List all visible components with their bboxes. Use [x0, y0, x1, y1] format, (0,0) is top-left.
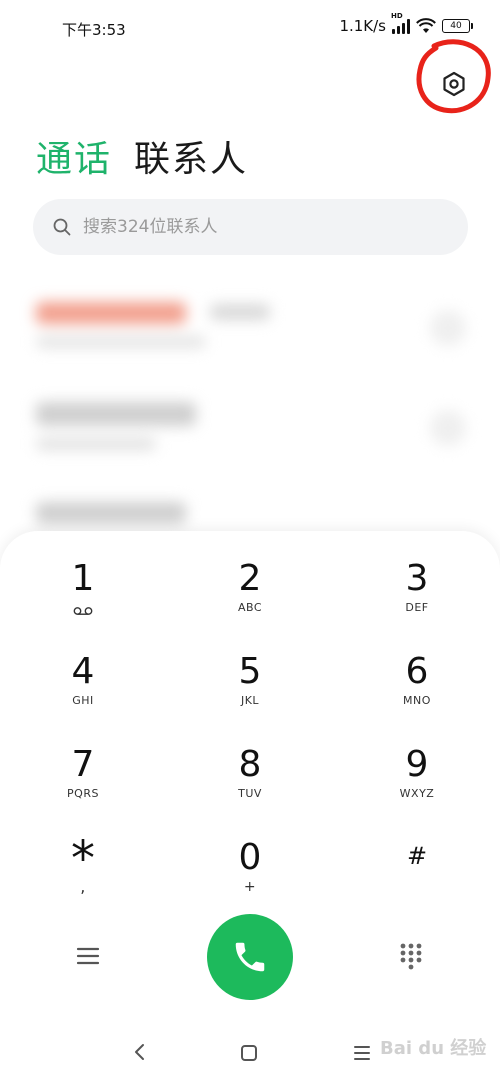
call-button[interactable] — [207, 914, 293, 1000]
key-letters: PQRS — [67, 787, 99, 800]
dialpad-key-6[interactable]: 6 MNO — [357, 650, 477, 730]
dialpad-actions — [0, 914, 500, 1004]
key-letters: JKL — [240, 694, 260, 707]
key-number: 3 — [405, 558, 429, 599]
search-bar[interactable] — [33, 199, 468, 255]
dialpad-icon — [400, 943, 422, 970]
back-icon[interactable] — [130, 1042, 150, 1062]
wifi-icon — [416, 18, 436, 33]
settings-button[interactable] — [436, 66, 472, 102]
key-number: 9 — [405, 744, 429, 785]
dialpad-key-5[interactable]: 5 JKL — [190, 650, 310, 730]
key-letters: TUV — [238, 787, 262, 800]
gear-icon — [443, 71, 465, 97]
list-item — [36, 438, 156, 450]
key-letters: GHI — [72, 694, 94, 707]
key-letters: + — [243, 879, 257, 895]
watermark: Bai du 经验 — [380, 1038, 487, 1059]
dialpad-toggle-button[interactable] — [398, 942, 424, 972]
key-letters: DEF — [405, 601, 429, 614]
list-item — [430, 410, 466, 446]
key-number: 5 — [238, 651, 262, 692]
dialpad-key-2[interactable]: 2 ABC — [190, 557, 310, 637]
network-speed: 1.1K/s — [339, 17, 386, 35]
key-number: * — [71, 831, 95, 887]
tab-contacts[interactable]: 联系人 — [134, 130, 248, 182]
voicemail-icon — [73, 607, 93, 615]
dialpad-sheet: 1 2 ABC 3 DEF 4 GHI 5 JKL 6 MNO 7 PQRS 8… — [0, 531, 500, 1084]
list-item — [430, 310, 466, 346]
menu-icon — [76, 947, 100, 965]
dialpad-key-1[interactable]: 1 — [23, 557, 143, 637]
phone-icon — [235, 942, 265, 972]
system-nav-bar: Bai du 经验 — [0, 1030, 500, 1084]
key-letters: WXYZ — [399, 787, 435, 800]
tab-calls[interactable]: 通话 — [36, 130, 112, 182]
dialpad-key-hash[interactable]: # — [357, 836, 477, 916]
dialpad-key-8[interactable]: 8 TUV — [190, 743, 310, 823]
list-item — [36, 302, 186, 324]
key-letters: , — [80, 877, 86, 896]
menu-button[interactable] — [74, 944, 102, 968]
recents-icon[interactable] — [352, 1044, 372, 1062]
key-number: 1 — [71, 558, 95, 599]
list-item — [36, 402, 196, 426]
status-indicators: 1.1K/s HD 40 — [339, 12, 473, 35]
key-number: 2 — [238, 558, 262, 599]
status-bar: 下午3:53 1.1K/s HD 40 — [0, 0, 500, 56]
home-icon[interactable] — [240, 1044, 258, 1062]
dialpad-key-0[interactable]: 0 + — [190, 836, 310, 916]
call-log-blurred — [0, 280, 500, 540]
battery-icon: 40 — [442, 19, 473, 33]
list-item — [36, 502, 186, 524]
key-number: # — [406, 842, 428, 870]
dialpad-key-9[interactable]: 9 WXYZ — [357, 743, 477, 823]
hd-label: HD — [391, 12, 403, 20]
dialpad-key-7[interactable]: 7 PQRS — [23, 743, 143, 823]
dialpad-key-star[interactable]: * , — [23, 831, 143, 916]
key-number: 8 — [238, 744, 262, 785]
key-number: 6 — [405, 651, 429, 692]
status-time: 下午3:53 — [62, 21, 126, 39]
search-icon — [53, 218, 71, 236]
key-number: 4 — [71, 651, 95, 692]
list-item — [36, 336, 206, 348]
search-input[interactable] — [83, 217, 423, 237]
key-letters: ABC — [237, 601, 263, 614]
key-letters: MNO — [403, 694, 431, 707]
signal-icon: HD — [391, 12, 410, 34]
dialpad-key-4[interactable]: 4 GHI — [23, 650, 143, 730]
tab-bar: 通话 联系人 — [36, 130, 248, 182]
dialpad-key-3[interactable]: 3 DEF — [357, 557, 477, 637]
key-number: 7 — [71, 744, 95, 785]
battery-level: 40 — [450, 21, 462, 31]
key-number: 0 — [238, 837, 262, 878]
list-item — [210, 304, 270, 320]
